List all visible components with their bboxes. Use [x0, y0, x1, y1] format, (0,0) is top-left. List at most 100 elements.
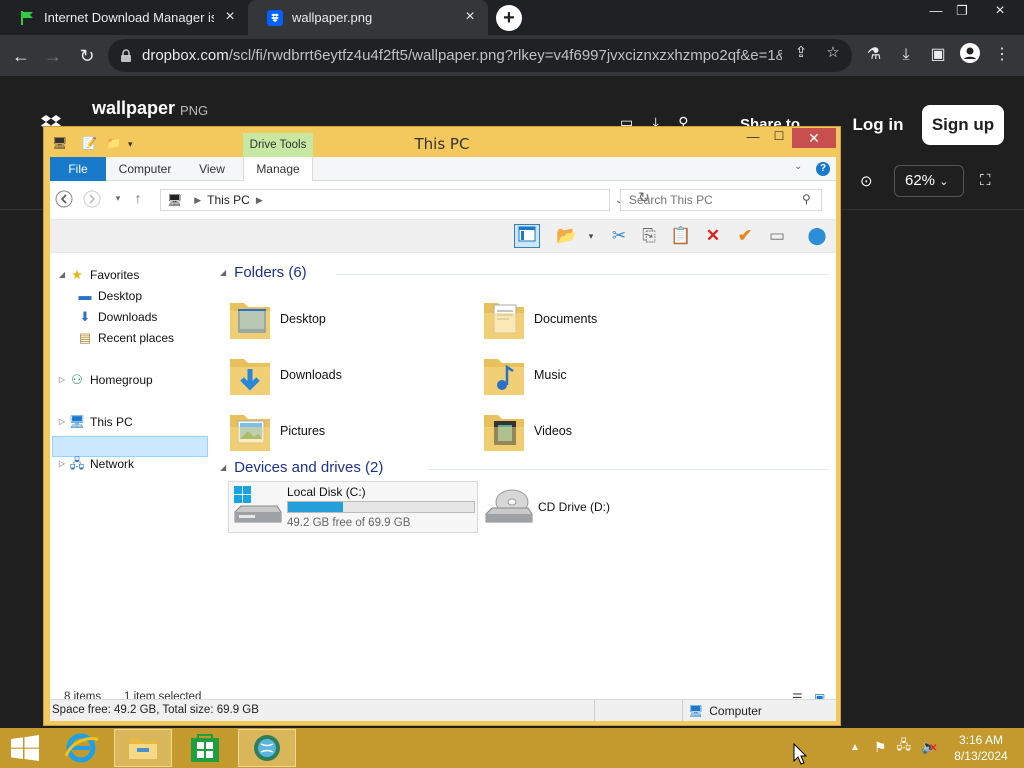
collapsed-caret-icon[interactable]: ▷ [56, 454, 68, 474]
folders-group-header[interactable]: ◢ Folders (6) [220, 264, 307, 281]
explorer-titlebar[interactable]: 🖥 📝 📁 ▾ Drive Tools This PC — ☐ ✕ [44, 127, 840, 157]
menu-kebab-icon[interactable]: ⋮ [990, 43, 1014, 67]
profile-avatar-icon[interactable] [958, 43, 982, 67]
group-title: Devices and drives (2) [234, 459, 384, 476]
zone-indicator: 🖥 Computer [688, 704, 762, 718]
tab-computer[interactable]: Computer [112, 157, 178, 181]
side-panel-icon[interactable]: ▣ [926, 43, 950, 67]
signup-button[interactable]: Sign up [922, 105, 1004, 145]
group-divider [336, 274, 828, 275]
browser-tab-idm[interactable]: Internet Download Manager is a × [0, 0, 248, 35]
tab-view[interactable]: View [186, 157, 238, 181]
nav-label: Desktop [98, 289, 143, 303]
lock-icon [120, 48, 134, 63]
drive-d[interactable]: CD Drive (D:) [482, 481, 682, 533]
show-hidden-icons-icon[interactable]: ▲ [850, 742, 860, 753]
network-tray-icon[interactable]: 🖧 [896, 736, 911, 758]
paste-icon[interactable]: 📋 [668, 224, 694, 248]
file-explorer-taskbar[interactable] [114, 729, 172, 767]
homegroup-icon: ⚇ [71, 372, 83, 387]
back-icon[interactable]: ← [8, 43, 34, 69]
address-crumb[interactable]: This PC [207, 193, 250, 207]
bookmark-star-icon[interactable]: ☆ [824, 43, 842, 61]
group-title: Folders (6) [234, 264, 307, 281]
action-center-flag-icon[interactable]: ⚑ [874, 739, 887, 756]
preview-pane-icon[interactable] [514, 224, 540, 248]
reload-icon[interactable]: ↻ [74, 43, 100, 69]
maximize-icon[interactable]: ☐ [766, 129, 792, 149]
file-explorer-window: 🖥 📝 📁 ▾ Drive Tools This PC — ☐ ✕ File C… [43, 126, 841, 726]
forward-icon[interactable]: → [40, 43, 66, 69]
nav-recent-places[interactable]: ▤ Recent places [76, 328, 174, 348]
extension-flask-icon[interactable]: ⚗ [862, 43, 886, 67]
url-text: dropbox.com/scl/fi/rwdbrrt6eytfz4u4f2ft5… [142, 47, 782, 64]
drives-group-header[interactable]: ◢ Devices and drives (2) [220, 459, 383, 476]
network-globe-icon[interactable]: ⬤ [804, 224, 830, 248]
downloads-folder-icon [230, 359, 270, 395]
browser-tab-wallpaper[interactable]: wallpaper.png × [248, 0, 488, 35]
internet-explorer-taskbar[interactable] [52, 729, 110, 767]
folder-pictures[interactable]: Pictures [228, 405, 468, 457]
close-icon[interactable]: ✕ [792, 128, 836, 148]
login-button[interactable]: Log in [842, 105, 914, 145]
drive-c[interactable]: Local Disk (C:) 49.2 GB free of 69.9 GB [228, 481, 478, 533]
folder-options-icon[interactable]: 📂 [554, 224, 580, 248]
copy-icon[interactable]: ⎘ [636, 224, 662, 248]
zoom-target-icon[interactable]: ⊙ [860, 172, 873, 190]
documents-folder-icon [484, 303, 524, 339]
help-icon[interactable]: ? [816, 162, 830, 176]
forward-icon[interactable] [82, 190, 102, 211]
folder-documents[interactable]: Documents [482, 293, 722, 345]
store-taskbar[interactable] [176, 729, 234, 767]
close-tab-icon[interactable]: × [462, 9, 478, 25]
folder-downloads[interactable]: Downloads [228, 349, 468, 401]
search-icon[interactable]: ⚲ [802, 192, 811, 206]
nav-network[interactable]: ▷ 🖧 Network [56, 454, 134, 474]
zoom-select[interactable]: 62% ⌄ [894, 165, 964, 197]
collapsed-caret-icon[interactable]: ▷ [56, 412, 68, 432]
expanded-caret-icon[interactable]: ◢ [56, 265, 68, 285]
up-arrow-icon[interactable]: ↑ [128, 190, 148, 206]
properties-icon[interactable]: ▭ [764, 224, 790, 248]
nav-desktop[interactable]: ▬ Desktop [76, 286, 143, 306]
folder-videos[interactable]: Videos [482, 405, 722, 457]
new-tab-button[interactable]: + [496, 5, 522, 31]
close-tab-icon[interactable]: × [222, 9, 238, 25]
minimize-icon[interactable]: — [740, 129, 766, 149]
delete-icon[interactable]: ✕ [700, 224, 726, 248]
tab-manage[interactable]: Manage [243, 157, 313, 182]
collapsed-caret-icon[interactable]: ▷ [56, 370, 68, 390]
volume-muted-icon[interactable]: 🔈 ✕ [921, 739, 937, 755]
nav-this-pc[interactable]: ▷ 🖥 This PC [56, 412, 133, 432]
restore-icon[interactable]: ❐ [946, 0, 978, 22]
fullscreen-icon[interactable]: ⛶ [980, 172, 991, 189]
nav-favorites[interactable]: ◢ ★ Favorites [56, 265, 139, 285]
recent-locations-icon[interactable]: ▾ [108, 193, 128, 204]
address-row: ▾ ↑ 🖥 ▶ This PC ▶ ⌄ ↻ Search This PC ⚲ [50, 181, 836, 219]
folder-music[interactable]: Music [482, 349, 722, 401]
cut-icon[interactable]: ✂ [606, 224, 632, 248]
chevron-right-icon[interactable]: ▶ [256, 195, 263, 206]
clock[interactable]: 3:16 AM 8/13/2024 [950, 732, 1012, 764]
folder-desktop[interactable]: Desktop [228, 293, 468, 345]
idm-taskbar[interactable] [238, 729, 296, 767]
back-icon[interactable] [54, 190, 74, 211]
zoom-value: 62% [905, 172, 936, 189]
explorer-address-bar[interactable]: 🖥 ▶ This PC ▶ ⌄ [160, 189, 623, 211]
folder-label: Desktop [280, 312, 326, 326]
address-bar[interactable]: dropbox.com/scl/fi/rwdbrrt6eytfz4u4f2ft5… [108, 39, 852, 72]
search-input[interactable]: Search This PC [620, 189, 822, 211]
download-icon[interactable]: ⤓ [894, 43, 918, 67]
nav-label: Homegroup [90, 373, 153, 387]
tab-file[interactable]: File [50, 157, 106, 181]
explorer-body: File Computer View Manage ⌄ ? ▾ ↑ 🖥 ▶ Th… [50, 157, 836, 721]
share-page-icon[interactable]: ⇪ [792, 43, 810, 61]
nav-downloads[interactable]: ⬇ Downloads [76, 307, 158, 327]
dropdown-icon[interactable]: ▾ [578, 224, 604, 248]
ribbon-tabs: File Computer View Manage ⌄ ? [50, 157, 836, 182]
close-window-icon[interactable]: × [984, 0, 1016, 22]
rename-check-icon[interactable]: ✔ [732, 224, 758, 248]
ribbon-expand-icon[interactable]: ⌄ [794, 161, 802, 172]
nav-homegroup[interactable]: ▷ ⚇ Homegroup [56, 370, 153, 390]
start-button[interactable] [0, 728, 50, 768]
